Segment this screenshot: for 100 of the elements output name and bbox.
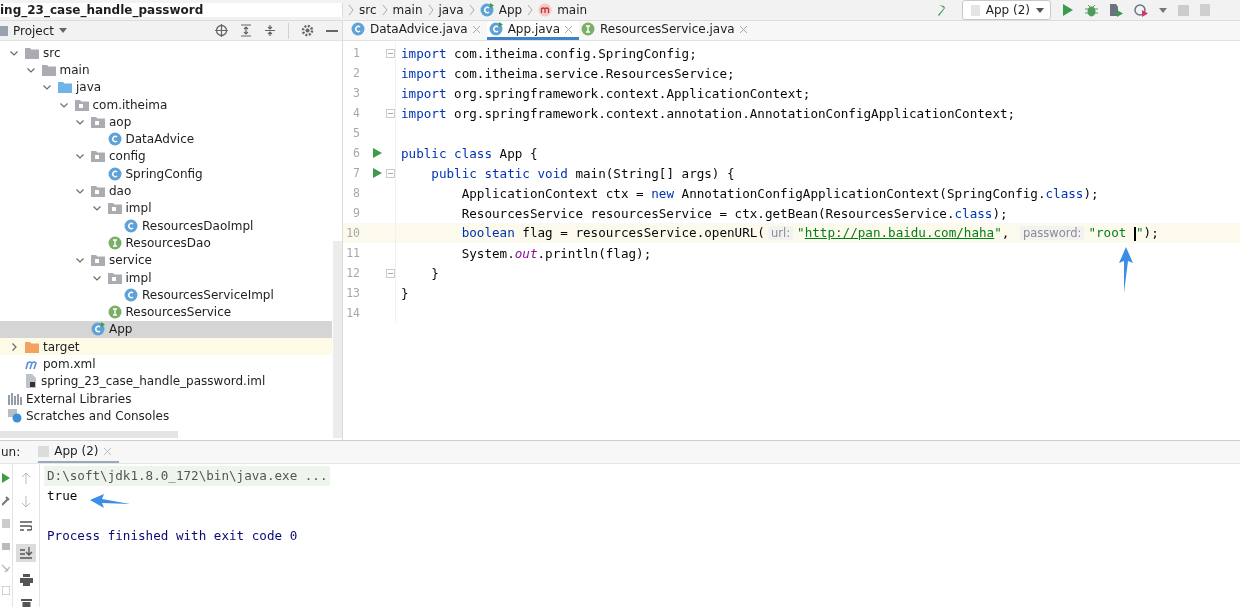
separator-icon [381,4,388,16]
line-number: 2 [352,66,360,80]
code-line: public class App { [400,145,538,161]
tree-item[interactable]: aop [0,113,332,131]
caret-icon [1036,7,1044,13]
console-line: true [47,487,78,505]
run-tab[interactable]: App (2) [38,441,119,463]
scrollbar[interactable] [333,241,342,438]
tree-item[interactable]: impl [0,199,332,217]
separator-icon [348,4,354,16]
profiler-icon[interactable] [1134,3,1148,17]
line-number: 13 [345,286,360,300]
line-number: 14 [345,306,360,320]
breadcrumb-item[interactable]: java [438,3,464,17]
close-icon[interactable] [472,25,480,33]
expand-all-icon[interactable] [240,24,252,37]
tree-item[interactable]: main [0,61,332,79]
wrench-icon[interactable] [2,496,10,506]
separator-icon [427,4,434,16]
file-icon [970,4,980,16]
line-number: 8 [352,186,360,200]
tree-item[interactable]: target [0,338,332,356]
tree-item[interactable]: java [0,78,332,96]
breadcrumb-item[interactable]: main [392,3,423,17]
tree-item[interactable]: service [0,251,332,269]
breadcrumb-item[interactable]: src [359,3,377,17]
folder-icon [91,115,105,128]
scroll-to-end-icon[interactable] [16,544,36,562]
fold-icon[interactable] [386,108,395,118]
tree-item[interactable]: ResourcesDao [0,234,332,252]
tree-item[interactable]: External Libraries [0,389,332,408]
fold-icon[interactable] [386,268,395,278]
code-line: public static void main(String[] args) { [430,165,735,181]
tree-item[interactable]: DataAdvice [0,130,332,148]
chevron-down-icon[interactable] [75,186,85,196]
folder-icon [107,271,122,284]
maven-icon [25,358,39,370]
breadcrumb-item[interactable]: main [557,3,588,17]
file-icon [25,374,37,389]
tree-item[interactable]: com.itheima [0,95,332,114]
run-icon[interactable] [1062,4,1074,16]
interface-icon [107,235,122,250]
print-icon[interactable] [19,574,33,586]
caret-icon [59,28,68,33]
code-line: import com.itheima.service.ResourcesService; [400,65,735,81]
locate-icon[interactable] [215,24,228,37]
code-line: } [430,265,439,281]
tree-item[interactable]: spring_23_case_handle_password.iml [0,372,332,390]
panel-icon [0,25,8,36]
tree-item[interactable]: ResourcesService [0,303,332,321]
run-config-dropdown[interactable]: App (2) [961,0,1051,20]
separator-icon [468,4,475,16]
folder-icon [91,254,105,267]
editor-tab[interactable]: ResourcesService.java [579,21,754,40]
tree-item[interactable]: src [0,44,332,62]
tree-item[interactable]: App [0,320,332,339]
wrap-icon[interactable] [20,520,32,532]
rerun-icon[interactable] [2,473,10,483]
tree-item[interactable]: config [0,147,332,166]
coverage-icon[interactable] [1109,3,1123,17]
trash-icon[interactable] [20,598,32,607]
tree-item[interactable]: ResourcesDaoImpl [0,216,332,235]
line-number: 7 [352,166,360,180]
close-icon[interactable] [739,25,747,33]
bug-icon[interactable] [1085,3,1098,17]
chevron-right-icon[interactable] [9,341,19,352]
code-line: System.out.println(flag); [460,245,652,261]
fold-icon[interactable] [386,168,395,178]
project-view-dropdown[interactable]: Project [0,23,68,38]
settings-icon[interactable] [301,24,314,37]
code-line: import org.springframework.context.ApplicationContext; [400,85,811,101]
class-icon [488,22,503,36]
folder-icon [107,202,122,215]
tree-item[interactable]: pom.xml [0,355,332,373]
tree-item[interactable]: dao [0,182,332,200]
collapse-all-icon[interactable] [264,24,276,37]
breadcrumb-item[interactable]: App [498,3,523,17]
console-icon [38,445,50,457]
folder-icon [41,63,56,76]
class-icon [91,322,105,337]
fold-icon[interactable] [386,48,395,58]
code-line: import com.itheima.config.SpringConfig; [400,45,697,61]
editor-tab[interactable]: DataAdvice.java [349,21,487,40]
tree-item[interactable]: SpringConfig [0,165,332,183]
code-line: import org.springframework.context.annotation.AnnotationConfigApplicationContext; [400,105,1016,121]
code-line: ApplicationContext ctx = new AnnotationConfigApplicationContext(SpringConfig.class); [460,185,1099,201]
breadcrumb-item[interactable]: ing_23_case_handle_password [0,3,343,17]
folder-icon [58,81,72,94]
scratches-icon [8,408,22,423]
caret-icon[interactable] [1159,7,1167,13]
scrollbar[interactable] [0,431,178,438]
tree-item[interactable]: ResourcesServiceImpl [0,286,332,304]
tree-item[interactable]: impl [0,268,332,287]
close-icon[interactable] [565,25,573,33]
tree-item[interactable]: Scratches and Consoles [0,407,332,425]
minimize-icon[interactable] [326,29,338,32]
editor-tab[interactable]: App.java [486,21,580,40]
separator-icon [527,4,534,16]
line-number: 9 [352,206,360,220]
line-number: 12 [345,266,360,280]
